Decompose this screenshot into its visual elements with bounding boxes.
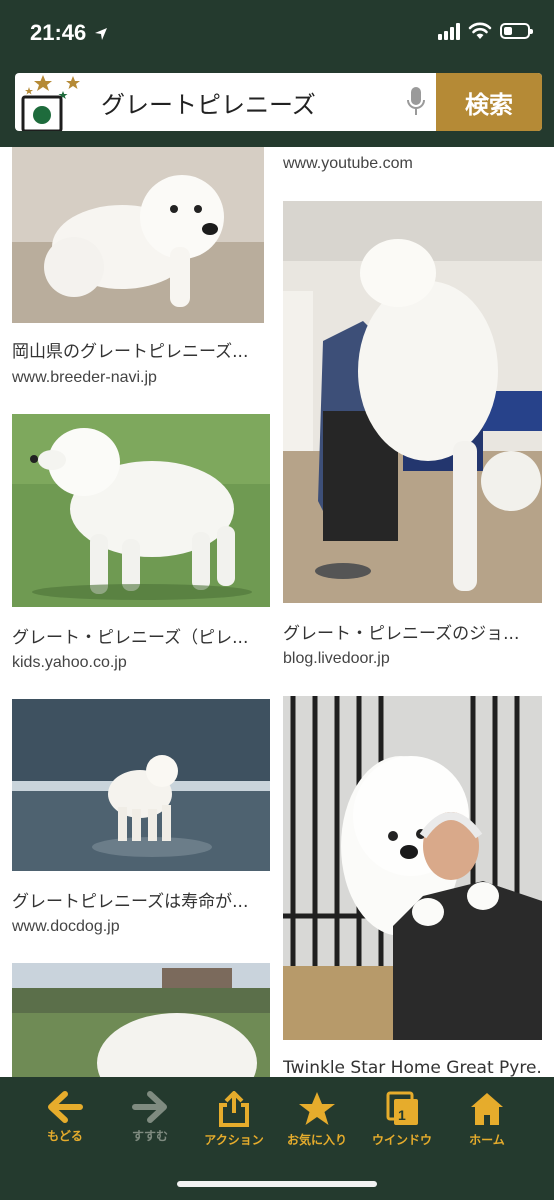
action-button[interactable]: アクション [189,1091,279,1148]
forward-label: すすむ [131,1129,168,1143]
windows-label: ウインドウ [371,1133,432,1147]
result-image-beach-dog[interactable] [12,699,270,871]
search-input[interactable]: グレートピレニーズ [87,73,396,131]
windows-count: 1 [398,1107,406,1123]
favorites-label: お気に入り [286,1133,347,1147]
forward-button[interactable]: すすむ [105,1091,195,1144]
back-label: もどる [47,1129,83,1143]
result-source: www.youtube.com [283,155,413,172]
search-button[interactable]: 検索 [436,73,542,131]
result-title[interactable]: グレートピレニーズは寿命が... [12,887,264,912]
home-icon [471,1093,503,1125]
home-indicator[interactable] [177,1181,377,1187]
forward-arrow-icon [132,1091,167,1123]
home-button[interactable]: ホーム [442,1091,532,1148]
result-title[interactable]: グレート・ピレニーズのジョ... [283,619,542,644]
location-arrow-icon [95,28,108,41]
windows-button[interactable]: 1 ウインドウ [357,1091,447,1148]
result-title[interactable]: Twinkle Star Home Great Pyre... [283,1058,542,1077]
star-icon [299,1092,335,1125]
result-image-hug-man[interactable] [283,696,542,1040]
image-results: 岡山県のグレートピレニーズ... www.breeder-navi.jp グレー… [0,147,554,1077]
back-button[interactable]: もどる [20,1091,110,1144]
battery-icon [500,23,533,39]
result-image-puppy[interactable] [12,147,264,323]
result-image-dog-back[interactable] [12,963,270,1077]
favorites-button[interactable]: お気に入り [272,1091,362,1148]
signal-icon [438,22,460,40]
result-source: kids.yahoo.co.jp [12,654,127,671]
app-logo [15,73,87,131]
microphone-button[interactable] [396,73,436,131]
result-source: blog.livedoor.jp [283,650,390,667]
action-label: アクション [204,1133,264,1147]
wifi-icon [468,22,492,39]
microphone-icon [407,87,425,115]
result-title[interactable]: グレート・ピレニーズ（ピレ... [12,623,264,648]
result-title[interactable]: 岡山県のグレートピレニーズ... [12,337,264,362]
home-label: ホーム [469,1133,505,1147]
result-source: www.breeder-navi.jp [12,369,157,386]
status-icons [438,22,533,40]
top-header: 21:46 グレートピレニーズ 検索 [0,0,554,147]
search-bar: グレートピレニーズ 検索 [15,73,542,131]
result-image-standing-dog[interactable] [12,414,270,607]
back-arrow-icon [48,1091,83,1123]
share-icon [219,1091,249,1127]
result-image-hug-standing[interactable] [283,201,542,603]
status-time: 21:46 [30,20,108,46]
result-source: www.docdog.jp [12,918,120,935]
